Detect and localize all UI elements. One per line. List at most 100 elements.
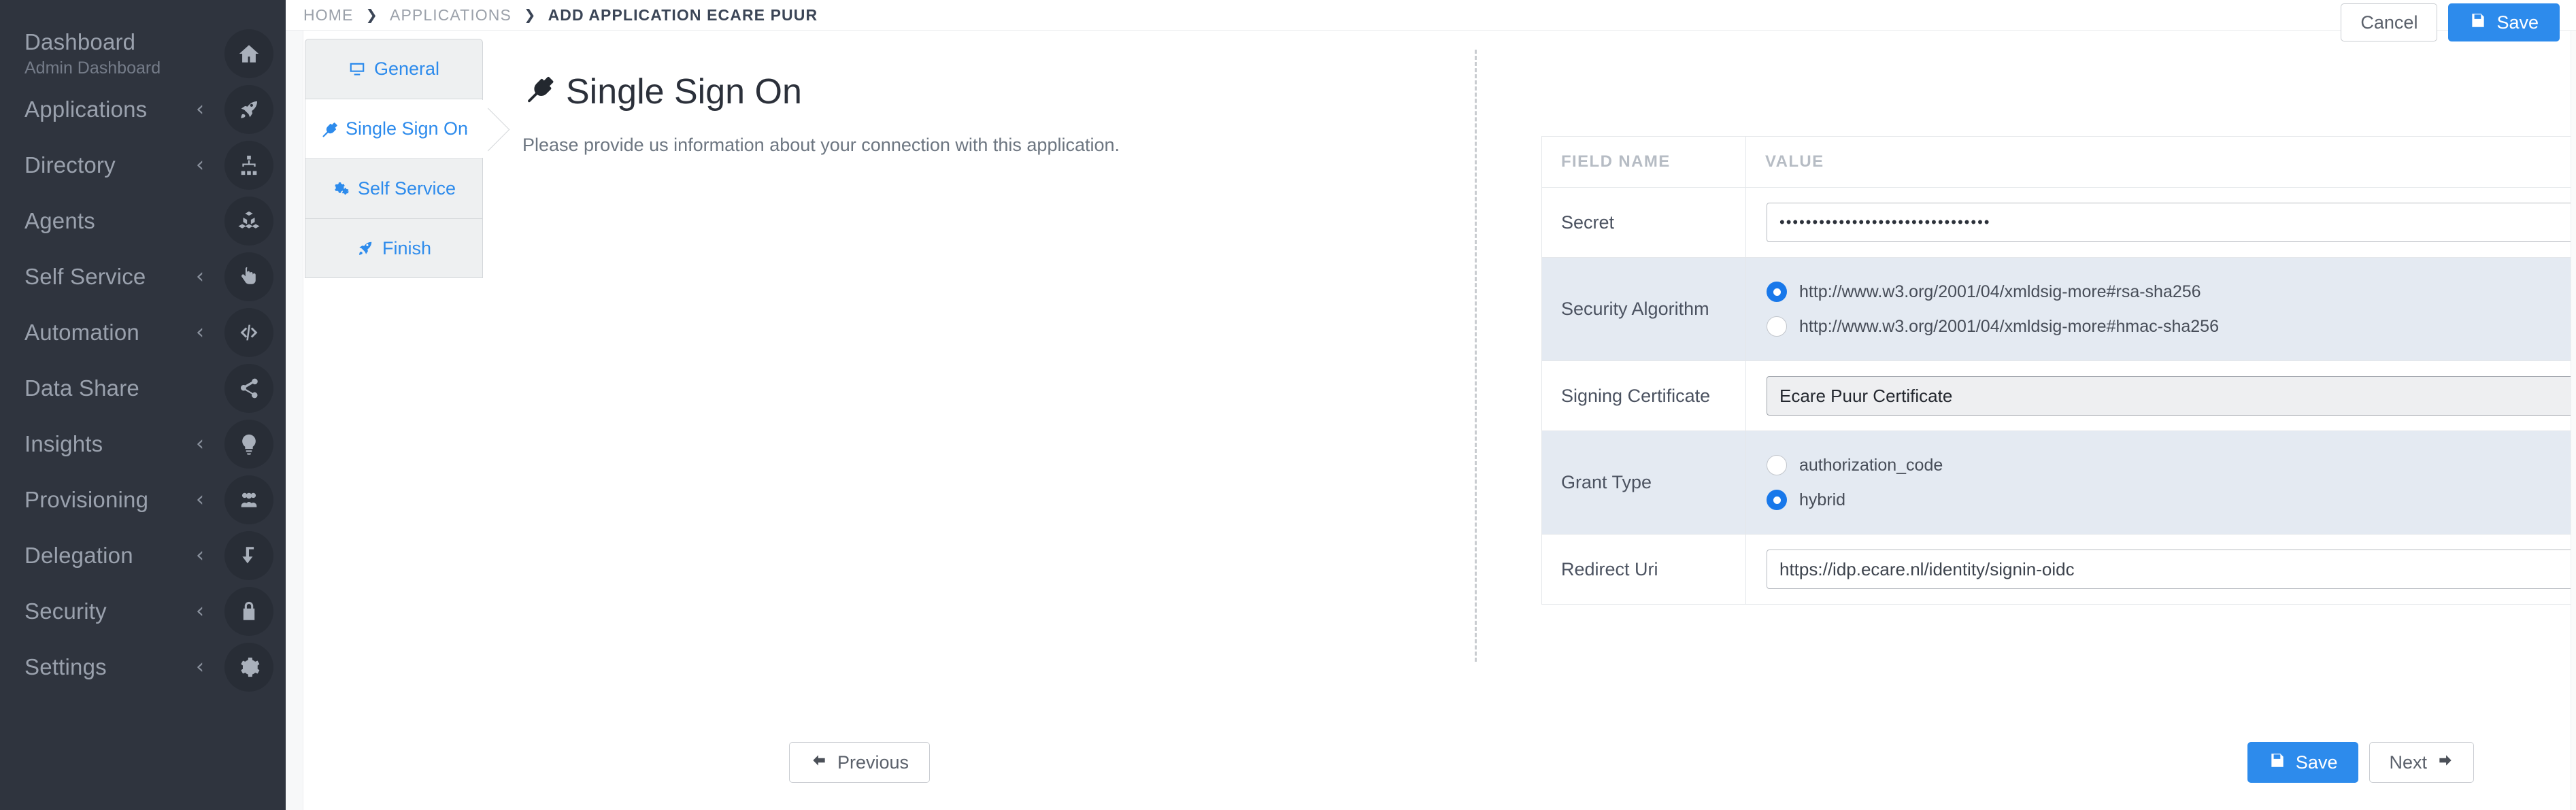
chevron-left-icon[interactable]: ‹ xyxy=(196,490,204,510)
breadcrumb-item-1[interactable]: APPLICATIONS xyxy=(390,6,512,24)
secret-input[interactable]: •••••••••••••••••••••••••••••••• xyxy=(1767,203,2576,242)
sidebar-item-applications[interactable]: Applications ‹ xyxy=(0,82,286,137)
radio-button[interactable] xyxy=(1767,316,1787,337)
table-head: FIELD NAME VALUE xyxy=(1541,136,2576,188)
sidebar-item-directory[interactable]: Directory ‹ xyxy=(0,137,286,193)
vertical-divider xyxy=(1475,50,1477,662)
gear-icon xyxy=(224,643,273,692)
page-title: Single Sign On xyxy=(522,73,1340,110)
chevron-left-icon[interactable]: ‹ xyxy=(196,155,204,175)
sidebar-item-automation[interactable]: Automation ‹ xyxy=(0,305,286,360)
radio-button[interactable] xyxy=(1767,490,1787,510)
radio-option[interactable]: http://www.w3.org/2001/04/xmldsig-more#r… xyxy=(1767,276,2576,307)
sidebar-item-label: Directory xyxy=(24,152,116,178)
sidebar: Dashboard Admin Dashboard Applications ‹ Dir… xyxy=(0,0,286,810)
chevron-left-icon[interactable]: ‹ xyxy=(196,434,204,454)
wizard-step-finish[interactable]: Finish xyxy=(305,218,483,278)
sidebar-item-agents[interactable]: Agents xyxy=(0,193,286,249)
sidebar-item-texts: Self Service xyxy=(24,264,196,290)
sidebar-item-label: Applications xyxy=(24,97,148,122)
signing-certificate-select[interactable]: Ecare Puur Certificate xyxy=(1767,376,2576,416)
wizard-step-general[interactable]: General xyxy=(305,39,483,99)
sidebar-item-texts: Delegation xyxy=(24,543,196,569)
main-area: HOME ❯ APPLICATIONS ❯ ADD APPLICATION ECARE … xyxy=(286,0,2576,810)
sidebar-item-label: Security xyxy=(24,598,107,624)
cancel-button-label: Cancel xyxy=(2360,12,2418,33)
radio-option-label: authorization_code xyxy=(1799,455,1943,475)
chevron-left-icon[interactable]: ‹ xyxy=(196,657,204,677)
chevron-left-icon[interactable]: ‹ xyxy=(196,322,204,343)
wizard-step-single-sign-on[interactable]: Single Sign On xyxy=(305,99,488,158)
sidebar-item-label: Agents xyxy=(24,208,95,233)
sidebar-item-texts: Data Share xyxy=(24,375,224,401)
chevron-left-icon[interactable]: ‹ xyxy=(196,267,204,287)
save-button-label: Save xyxy=(2295,752,2338,773)
radio-button[interactable] xyxy=(1767,455,1787,475)
table-row: Security Algorithm http://www.w3.org/2001… xyxy=(1541,257,2576,361)
header-field-name: FIELD NAME xyxy=(1541,136,1746,188)
radio-option[interactable]: authorization_code xyxy=(1767,450,2576,481)
plug-icon xyxy=(320,120,337,138)
sidebar-item-texts: Dashboard Admin Dashboard xyxy=(24,29,224,78)
fields-table: FIELD NAME VALUE Secret •••••••••••••••••… xyxy=(1541,136,2576,605)
radio-option[interactable]: hybrid xyxy=(1767,484,2576,516)
save-icon xyxy=(2269,752,2286,774)
gears-icon xyxy=(332,180,350,198)
radio-option-label: hybrid xyxy=(1799,490,1846,509)
sidebar-item-delegation[interactable]: Delegation ‹ xyxy=(0,528,286,584)
chevron-left-icon[interactable]: ‹ xyxy=(196,99,204,120)
radio-option-label: http://www.w3.org/2001/04/xmldsig-more#r… xyxy=(1799,282,2201,301)
field-value-cell: authorization_codehybrid xyxy=(1745,431,2576,535)
breadcrumb-item-0[interactable]: HOME xyxy=(303,6,353,24)
sidebar-item-texts: Automation xyxy=(24,320,196,345)
signing-certificate-selected-value: Ecare Puur Certificate xyxy=(1779,385,1953,406)
field-name-cell: Secret xyxy=(1541,187,1746,258)
users-icon xyxy=(224,475,273,524)
table-header-row: FIELD NAME VALUE xyxy=(1541,136,2576,188)
header-value: VALUE xyxy=(1745,136,2576,188)
page-title-text: Single Sign On xyxy=(566,71,802,112)
content-area: General Single Sign On Self Service Finish … xyxy=(286,31,2576,810)
breadcrumb: HOME ❯ APPLICATIONS ❯ ADD APPLICATION ECARE … xyxy=(303,6,818,24)
sidebar-item-provisioning[interactable]: Provisioning ‹ xyxy=(0,472,286,528)
wizard-step-self-service[interactable]: Self Service xyxy=(305,158,483,218)
wizard-footer: Previous Save Next xyxy=(490,728,2576,810)
wizard-step-label: Single Sign On xyxy=(345,118,469,139)
save-button-bottom[interactable]: Save xyxy=(2247,742,2359,783)
sitemap-icon xyxy=(224,141,273,190)
app-root: Dashboard Admin Dashboard Applications ‹ Dir… xyxy=(0,0,2576,810)
redirect-uri-input[interactable]: https://idp.ecare.nl/identity/signin-oid… xyxy=(1767,550,2576,589)
next-button[interactable]: Next xyxy=(2369,742,2474,783)
sidebar-item-label: Self Service xyxy=(24,264,146,289)
sidebar-item-insights[interactable]: Insights ‹ xyxy=(0,416,286,472)
sidebar-item-label: Provisioning xyxy=(24,487,149,512)
intro-panel: Single Sign On Please provide us informa… xyxy=(490,31,1367,156)
previous-button[interactable]: Previous xyxy=(789,742,931,783)
chevron-left-icon[interactable]: ‹ xyxy=(196,545,204,566)
sidebar-item-texts: Security xyxy=(24,598,196,624)
topbar: HOME ❯ APPLICATIONS ❯ ADD APPLICATION ECARE … xyxy=(286,0,2576,41)
sidebar-item-security[interactable]: Security ‹ xyxy=(0,584,286,639)
level-down-icon xyxy=(224,531,273,580)
wizard-step-label: General xyxy=(373,58,440,79)
sidebar-item-dashboard[interactable]: Dashboard Admin Dashboard xyxy=(0,26,286,82)
field-value-cell: https://idp.ecare.nl/identity/signin-oid… xyxy=(1745,534,2576,605)
radio-button[interactable] xyxy=(1767,282,1787,302)
chevron-left-icon[interactable]: ‹ xyxy=(196,601,204,622)
wizard-step-label: Self Service xyxy=(357,178,456,199)
breadcrumb-separator: ❯ xyxy=(365,7,378,23)
plug-icon xyxy=(522,73,554,110)
sidebar-item-data-share[interactable]: Data Share xyxy=(0,360,286,416)
sidebar-item-texts: Settings xyxy=(24,654,196,680)
sidebar-item-settings[interactable]: Settings ‹ xyxy=(0,639,286,695)
sidebar-item-self-service[interactable]: Self Service ‹ xyxy=(0,249,286,305)
sidebar-item-texts: Provisioning xyxy=(24,487,196,513)
sidebar-item-label: Data Share xyxy=(24,375,139,401)
radio-option[interactable]: http://www.w3.org/2001/04/xmldsig-more#h… xyxy=(1767,311,2576,342)
sidebar-item-texts: Directory xyxy=(24,152,196,178)
sidebar-item-texts: Applications xyxy=(24,97,196,122)
cubes-icon xyxy=(224,197,273,246)
breadcrumb-separator: ❯ xyxy=(523,7,536,23)
sidebar-item-label: Delegation xyxy=(24,543,133,568)
table-row: Secret •••••••••••••••••••••••••••••••• xyxy=(1541,187,2576,258)
